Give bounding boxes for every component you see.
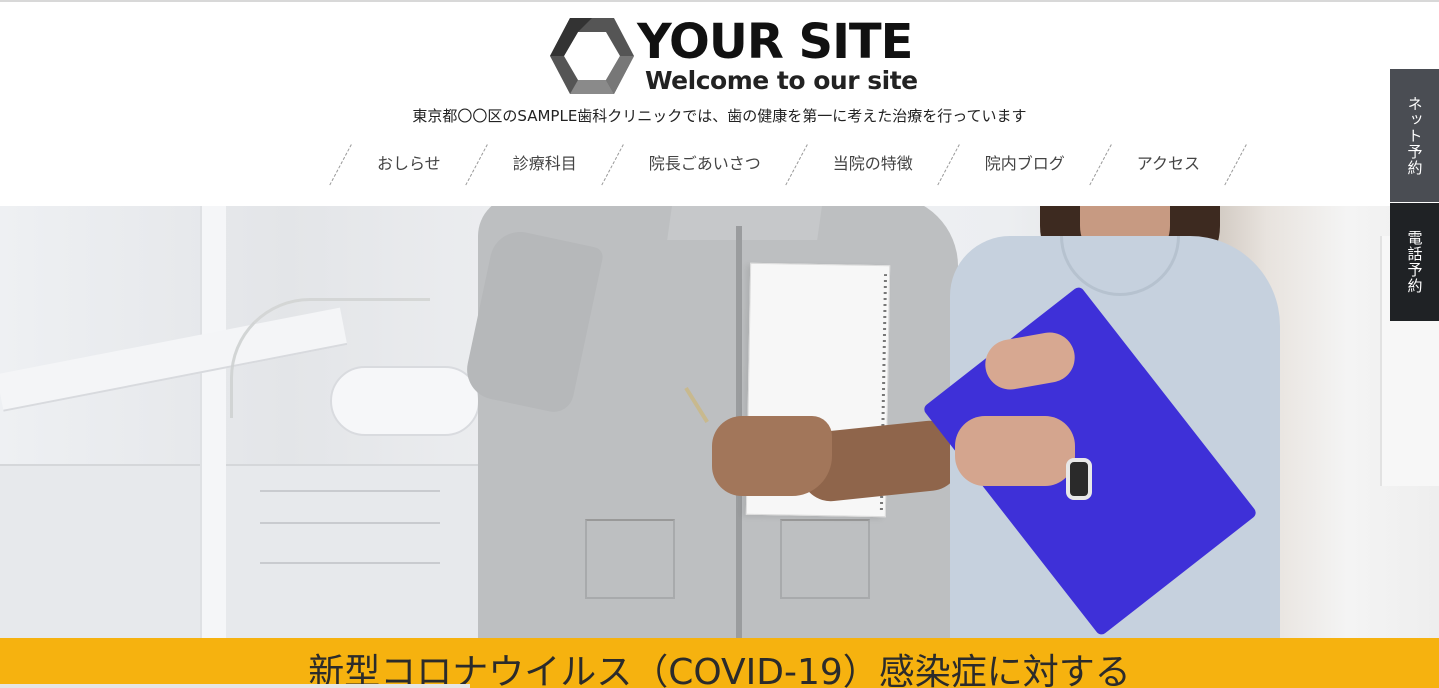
nav-divider (786, 142, 808, 186)
nav-divider (1090, 142, 1112, 186)
cabinet-drawer-line (260, 490, 440, 492)
cabinet-drawer-line (260, 562, 440, 564)
covid-notice-title: 新型コロナウイルス（COVID-19）感染症に対する (308, 652, 1131, 688)
nav-item-greeting[interactable]: 院長ごあいさつ (624, 142, 786, 186)
nav-divider (938, 142, 960, 186)
nav-divider (330, 142, 352, 186)
hero-image (0, 206, 1439, 638)
nav-item-departments[interactable]: 診療科目 (488, 142, 602, 186)
nav-item-blog[interactable]: 院内ブログ (960, 142, 1090, 186)
global-nav: おしらせ 診療科目 院長ごあいさつ 当院の特徴 院内ブログ アクセス (330, 142, 1247, 186)
horizontal-scrollbar[interactable] (0, 684, 470, 688)
logo-title: YOUR SITE (637, 14, 913, 70)
net-reserve-label: ネット予約 (1405, 95, 1424, 176)
nav-item-news[interactable]: おしらせ (352, 142, 466, 186)
nav-divider (1225, 142, 1247, 186)
logo-subtitle: Welcome to our site (645, 66, 918, 95)
tel-reserve-label: 電話予約 (1405, 230, 1424, 294)
covid-notice-banner[interactable]: 新型コロナウイルス（COVID-19）感染症に対する (0, 638, 1439, 688)
dental-lamp-head (330, 366, 480, 436)
site-tagline: 東京都〇〇区のSAMPLE歯科クリニックでは、歯の健康を第一に考えた治療を行って… (412, 107, 1027, 125)
site-logo[interactable]: YOUR SITE Welcome to our site (548, 14, 918, 96)
doctor-collar (667, 206, 823, 240)
nav-divider (602, 142, 624, 186)
hexagon-logo-icon (550, 18, 634, 94)
cabinet-drawer-line (260, 522, 440, 524)
tel-reserve-button[interactable]: 電話予約 (1390, 203, 1439, 321)
nurse-hand (955, 416, 1075, 486)
site-header: YOUR SITE Welcome to our site 東京都〇〇区のSAM… (0, 2, 1439, 206)
nav-item-features[interactable]: 当院の特徴 (808, 142, 938, 186)
dental-lamp-pole (200, 206, 226, 638)
doctor-pocket (780, 519, 870, 599)
nav-item-access[interactable]: アクセス (1112, 142, 1225, 186)
doctor-hand (712, 416, 832, 496)
dental-cabinet (0, 464, 560, 638)
nav-divider (466, 142, 488, 186)
doctor-pocket (585, 519, 675, 599)
net-reserve-button[interactable]: ネット予約 (1390, 69, 1439, 202)
wristwatch (1066, 458, 1092, 500)
